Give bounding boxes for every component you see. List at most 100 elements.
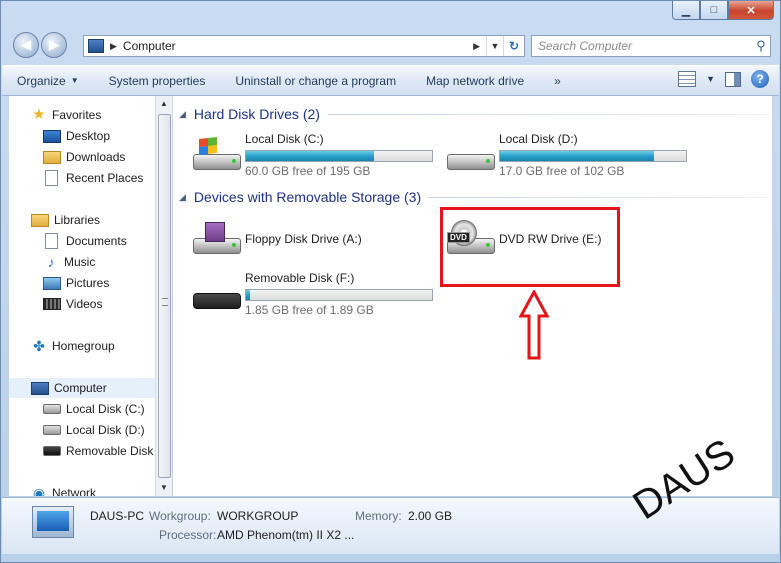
nav-label: Pictures [66,276,110,290]
uninstall-button[interactable]: Uninstall or change a program [220,66,411,95]
group-divider [327,113,769,115]
drive-local-disk-d[interactable]: Local Disk (D:) 17.0 GB free of 102 GB [447,132,697,178]
breadcrumb-chevron-icon[interactable]: ▶ [110,41,117,52]
nav-libraries[interactable]: Libraries [31,210,100,230]
organize-label: Organize [17,73,66,88]
view-options-chevron-icon[interactable]: ▼ [706,74,715,84]
nav-favorites[interactable]: ★ Favorites [31,105,101,125]
search-box[interactable]: Search Computer ⚲ [531,35,771,57]
windows-logo-icon [199,137,217,155]
nav-documents[interactable]: Documents [43,231,127,251]
music-note-icon: ♪ [47,254,55,270]
command-bar: Organize ▼ System properties Uninstall or… [2,65,779,96]
breadcrumb-chevron-icon[interactable]: ▶ [473,41,480,52]
nav-label: Recent Places [66,171,144,185]
processor-value: AMD Phenom(tm) II X2 ... [217,528,355,542]
scroll-up-icon[interactable]: ▲ [156,96,172,112]
hard-disk-icon [447,138,495,172]
content-pane: ◢ Hard Disk Drives (2) Local Disk (C:) 6… [173,96,772,496]
pc-name: DAUS-PC [90,509,145,523]
usage-bar [245,150,433,162]
hard-disk-windows-icon [193,137,241,172]
drive-free-space: 17.0 GB free of 102 GB [499,164,625,178]
address-path[interactable]: Computer [123,39,471,53]
drive-floppy-a[interactable]: Floppy Disk Drive (A:) [193,216,443,260]
group-divider [429,196,769,198]
computer-monitor-icon [32,506,74,538]
hard-disk-icon [43,425,61,435]
more-commands-label: » [554,73,561,88]
nav-local-disk-c[interactable]: Local Disk (C:) [43,399,145,419]
refresh-icon[interactable]: ↻ [503,36,524,56]
address-bar[interactable]: ▶ Computer ▶ ▼ ↻ [83,35,525,57]
usb-drive-icon [43,446,61,456]
processor-label: Processor: [159,528,217,542]
drive-name: Floppy Disk Drive (A:) [245,232,362,246]
collapse-chevron-icon[interactable]: ◢ [179,192,186,203]
group-hard-disk-drives[interactable]: ◢ Hard Disk Drives (2) [179,106,769,122]
preview-pane-icon[interactable] [725,71,741,87]
view-controls: ▼ ? [678,70,769,88]
drive-free-space: 1.85 GB free of 1.89 GB [245,303,374,317]
nav-local-disk-d[interactable]: Local Disk (D:) [43,420,145,440]
nav-computer[interactable]: Computer [9,378,155,398]
search-input[interactable]: Search Computer [532,39,752,53]
address-dropdown-icon[interactable]: ▼ [486,36,503,56]
floppy-drive-icon [193,222,241,256]
group-heading: Hard Disk Drives (2) [193,106,320,122]
usage-bar [245,289,433,301]
collapse-chevron-icon[interactable]: ◢ [179,109,186,120]
navigation-scrollbar[interactable]: ▲ ▼ [155,96,172,496]
system-properties-button[interactable]: System properties [94,66,221,95]
hard-disk-icon [43,404,61,414]
up-arrow-annotation [519,290,549,360]
change-view-icon[interactable] [678,71,697,87]
usage-bar [499,150,687,162]
usage-fill [246,151,375,161]
nav-label: Local Disk (C:) [66,402,145,416]
drive-removable-f[interactable]: Removable Disk (F:) 1.85 GB free of 1.89… [193,271,443,317]
nav-desktop[interactable]: Desktop [43,126,110,146]
organize-button[interactable]: Organize ▼ [2,66,94,95]
documents-icon [45,233,58,249]
homegroup-icon: ✤ [33,338,45,354]
nav-downloads[interactable]: Downloads [43,147,125,167]
nav-label: Documents [66,234,127,248]
nav-music[interactable]: ♪ Music [43,252,96,272]
caption-buttons: ▁ □ ✕ [672,1,774,20]
more-commands-button[interactable]: » [539,66,576,95]
recent-places-icon [45,170,58,186]
scroll-thumb[interactable] [158,114,171,478]
nav-label: Libraries [54,213,101,227]
nav-label: Videos [66,297,103,311]
forward-button[interactable]: ▶ [41,32,67,58]
nav-recent-places[interactable]: Recent Places [43,168,143,188]
drive-free-space: 60.0 GB free of 195 GB [245,164,371,178]
uninstall-label: Uninstall or change a program [235,73,397,88]
drive-name: Local Disk (C:) [245,132,324,146]
nav-removable-disk[interactable]: Removable Disk ( [43,441,155,461]
search-icon[interactable]: ⚲ [752,38,770,54]
group-removable-storage[interactable]: ◢ Devices with Removable Storage (3) [179,189,769,205]
system-properties-label: System properties [108,73,206,88]
nav-label: Favorites [52,108,102,122]
drive-name: Local Disk (D:) [499,132,578,146]
nav-videos[interactable]: Videos [43,294,102,314]
nav-network[interactable]: ◉ Network [31,483,96,496]
nav-pictures[interactable]: Pictures [43,273,109,293]
nav-label: Computer [54,381,107,395]
nav-homegroup[interactable]: ✤ Homegroup [31,336,115,356]
map-network-drive-button[interactable]: Map network drive [411,66,539,95]
maximize-button[interactable]: □ [700,1,728,20]
workgroup-label: Workgroup: [149,509,211,523]
libraries-icon [31,213,49,227]
minimize-button[interactable]: ▁ [672,1,700,20]
usage-fill [500,151,655,161]
downloads-folder-icon [43,150,61,164]
close-button[interactable]: ✕ [728,1,774,20]
dvd-highlight-box [440,207,620,287]
scroll-down-icon[interactable]: ▼ [156,480,172,496]
help-icon[interactable]: ? [751,70,769,88]
drive-local-disk-c[interactable]: Local Disk (C:) 60.0 GB free of 195 GB [193,132,443,178]
back-button[interactable]: ◀ [13,32,39,58]
